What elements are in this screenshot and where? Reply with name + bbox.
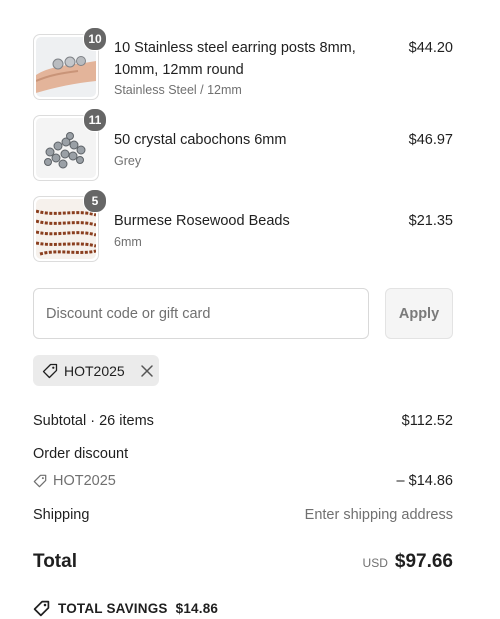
shipping-row: Shipping Enter shipping address	[33, 507, 453, 523]
tag-icon	[33, 474, 47, 488]
total-amount: USD $97.66	[363, 551, 453, 573]
applied-discount-code: HOT2025	[64, 362, 125, 379]
discount-code-line: HOT2025	[33, 473, 116, 489]
rosewood-beads-image: 5	[33, 189, 107, 262]
crystal-cabochons-image: 11	[33, 108, 107, 181]
item-name: 10 Stainless steel earring posts 8mm, 10…	[114, 40, 356, 78]
earring-posts-image: 10	[33, 27, 107, 100]
discount-value: – $14.86	[396, 473, 453, 489]
savings-label: TOTAL SAVINGS	[58, 601, 168, 616]
total-label: Total	[33, 551, 77, 572]
item-price: $21.35	[408, 213, 453, 229]
shipping-value: Enter shipping address	[304, 507, 453, 523]
item-price: $46.97	[408, 132, 453, 148]
discount-code-input[interactable]	[33, 288, 369, 339]
tag-icon	[33, 600, 50, 617]
item-variant: 6mm	[114, 235, 142, 249]
apply-button[interactable]: Apply	[385, 288, 453, 339]
line-item: 5 Burmese Rosewood Beads 6mm $21.35	[33, 189, 453, 266]
line-item: 10 10 Stainless steel earring posts 8mm,…	[33, 27, 453, 104]
total-savings: TOTAL SAVINGS $14.86	[33, 600, 218, 617]
order-discount-row: HOT2025 – $14.86	[33, 473, 453, 492]
quantity-badge: 10	[83, 27, 107, 51]
item-price: $44.20	[408, 40, 453, 56]
line-item: 11 50 crystal cabochons 6mm Grey $46.97	[33, 108, 453, 185]
order-discount-label: Order discount	[33, 446, 129, 462]
savings-value: $14.86	[175, 601, 219, 616]
total-value: $97.66	[394, 551, 453, 572]
applied-discount-chip: HOT2025	[33, 355, 159, 386]
subtotal-value: $112.52	[401, 413, 453, 429]
subtotal-label: Subtotal · 26 items	[33, 413, 154, 429]
remove-discount-icon[interactable]	[140, 364, 154, 378]
quantity-badge: 11	[83, 108, 107, 132]
item-name: 50 crystal cabochons 6mm	[114, 132, 287, 148]
item-variant: Grey	[114, 154, 142, 168]
currency-code: USD	[362, 556, 388, 570]
subtotal-row: Subtotal · 26 items $112.52	[33, 413, 453, 429]
item-name: Burmese Rosewood Beads	[114, 213, 290, 229]
discount-code-text: HOT2025	[53, 473, 116, 489]
quantity-badge: 5	[83, 189, 107, 213]
shipping-label: Shipping	[33, 507, 90, 523]
item-variant: Stainless Steel / 12mm	[114, 83, 242, 97]
tag-icon	[42, 363, 58, 378]
